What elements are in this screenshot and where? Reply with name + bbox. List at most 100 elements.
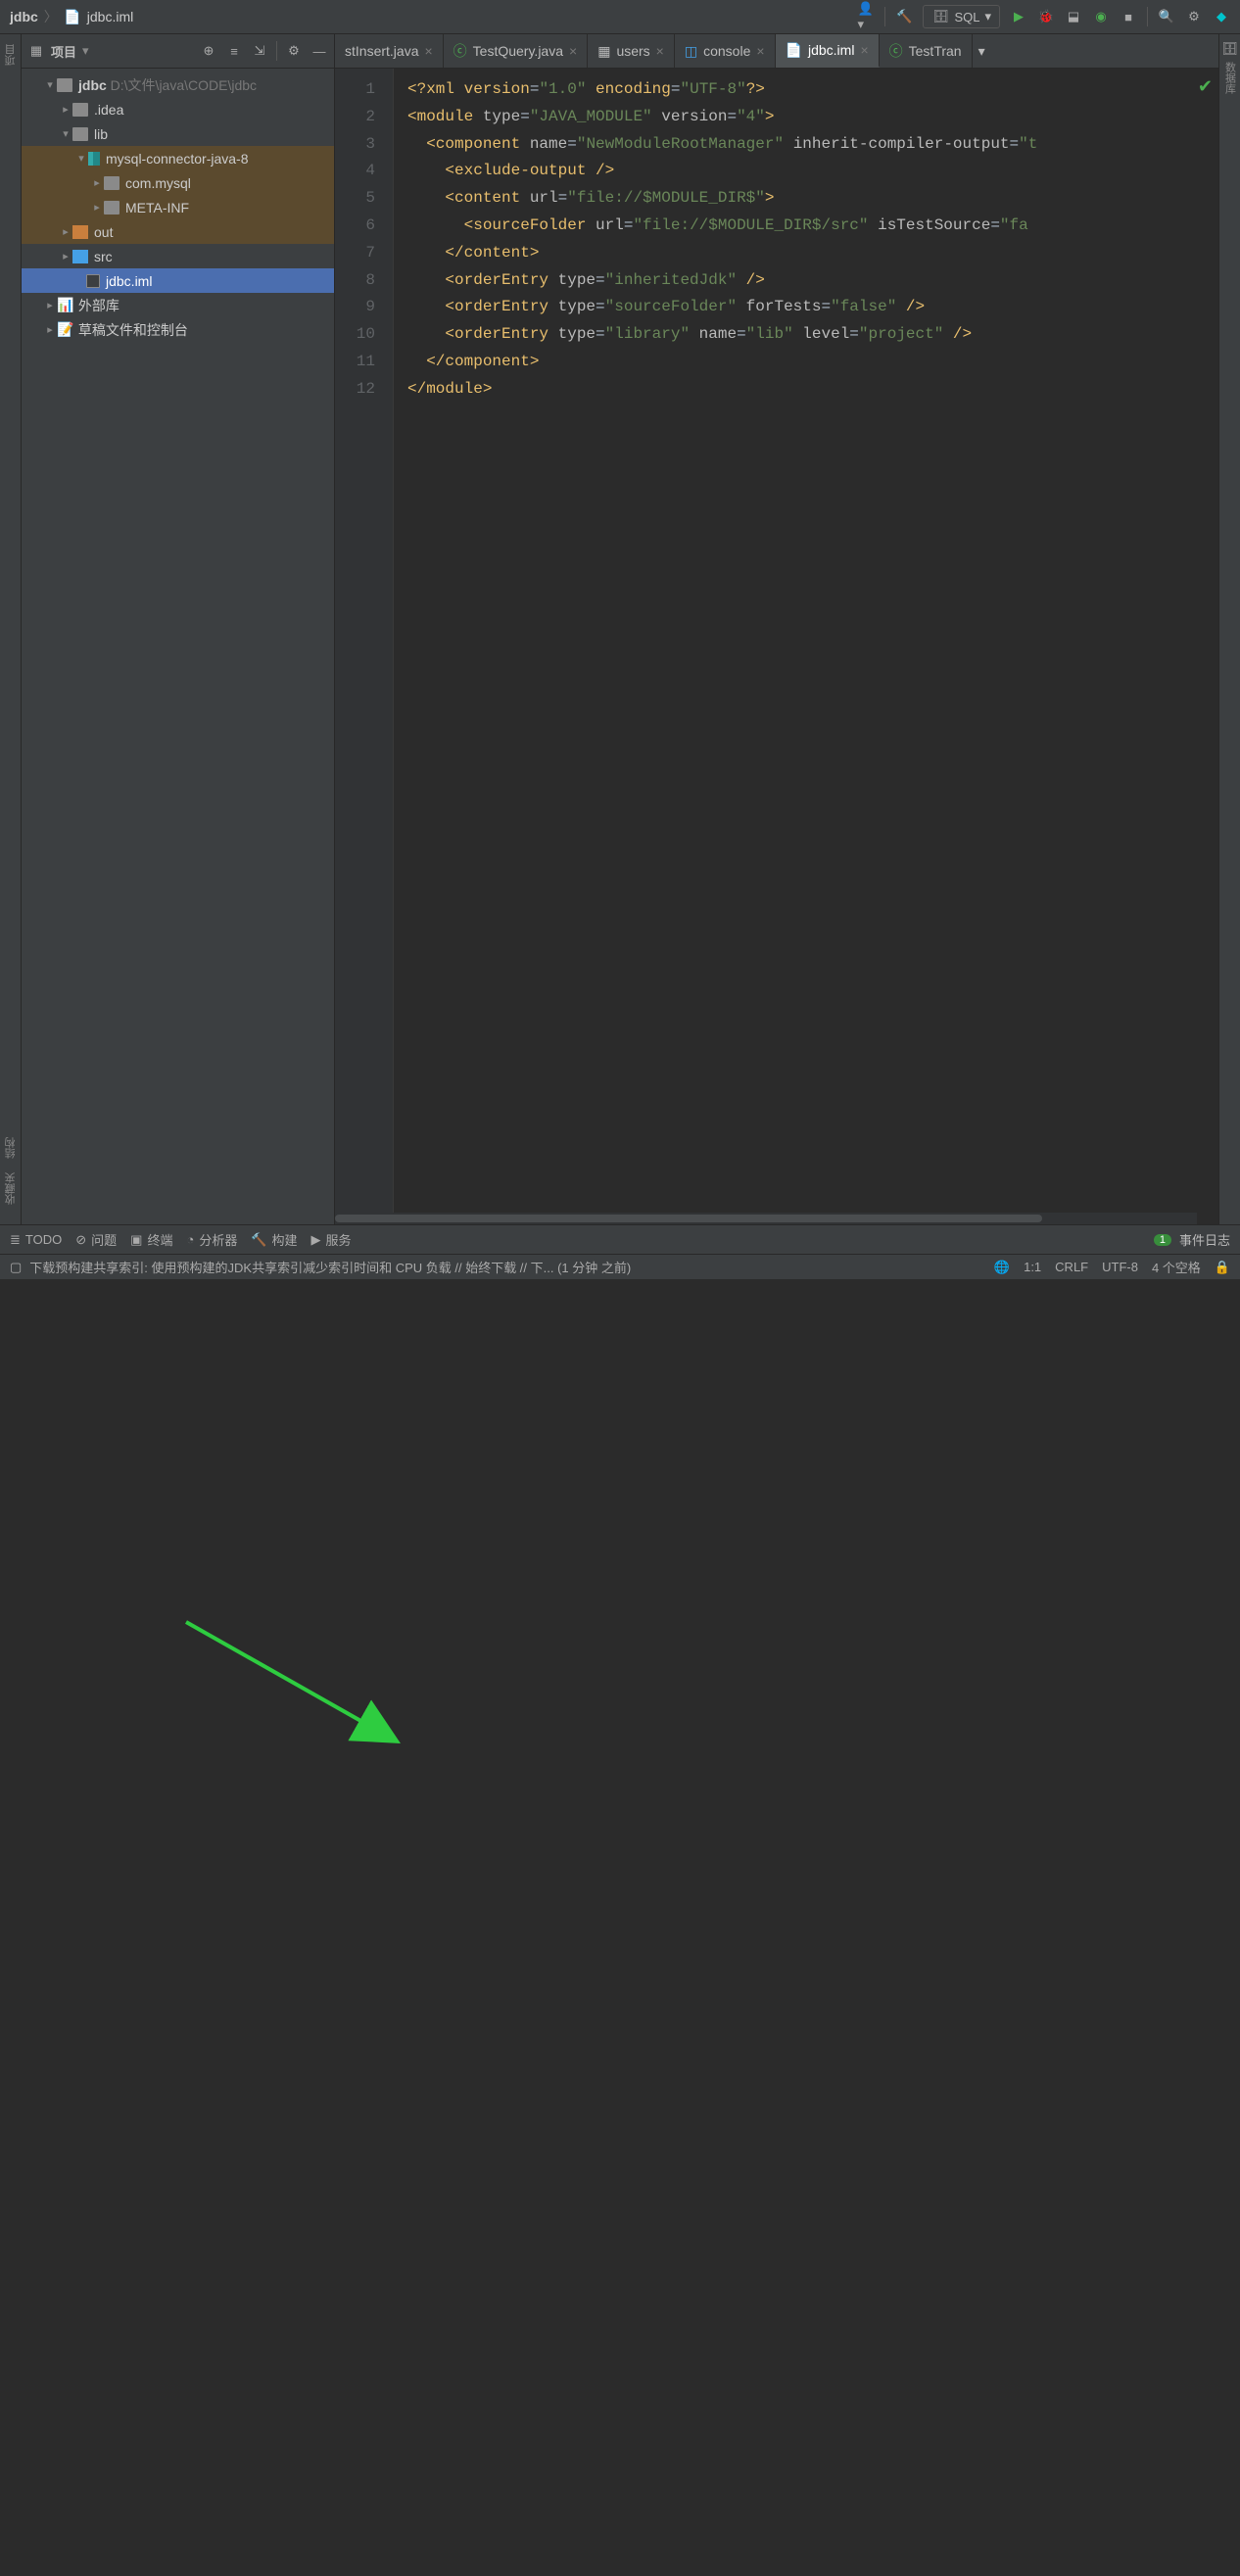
status-message[interactable]: 下载预构建共享索引: 使用预构建的JDK共享索引减少索引时间和 CPU 负载 /… bbox=[29, 1258, 631, 1276]
line-num: 4 bbox=[335, 158, 393, 185]
close-icon[interactable]: × bbox=[756, 43, 764, 59]
tree-label: mysql-connector-java-8 bbox=[106, 151, 249, 167]
breadcrumb-file[interactable]: jdbc.iml bbox=[87, 9, 133, 24]
toolbar-icons: 👤▾ 🔨 🗄 SQL ▾ ▶ 🐞 ⬓ ◉ ■ 🔍 ⚙ ◆ bbox=[857, 5, 1240, 28]
tab-label: console bbox=[703, 43, 750, 59]
tab-users[interactable]: ▦users× bbox=[588, 34, 675, 68]
horizontal-scrollbar[interactable] bbox=[335, 1213, 1197, 1224]
code-content[interactable]: <?xml version="1.0" encoding="UTF-8"?> <… bbox=[394, 69, 1218, 1224]
editor-tabs: stInsert.java× ⓒTestQuery.java× ▦users× … bbox=[335, 34, 1218, 69]
tree-idea[interactable]: ▸.idea bbox=[22, 97, 334, 121]
chevron-down-icon: ▾ bbox=[978, 43, 985, 60]
coverage-icon[interactable]: ⬓ bbox=[1065, 8, 1082, 25]
tab-jdbciml[interactable]: 📄jdbc.iml× bbox=[776, 34, 880, 68]
search-icon[interactable]: 🔍 bbox=[1158, 8, 1175, 25]
breadcrumb-root[interactable]: jdbc bbox=[10, 9, 38, 24]
tree-commysql[interactable]: ▸com.mysql bbox=[22, 170, 334, 195]
lock-icon[interactable]: 🔒 bbox=[1215, 1260, 1230, 1275]
status-crlf[interactable]: CRLF bbox=[1055, 1260, 1088, 1274]
tree-root[interactable]: ▾jdbc D:\文件\java\CODE\jdbc bbox=[22, 72, 334, 97]
tw-todo[interactable]: ≣TODO bbox=[10, 1232, 62, 1248]
tw-problems[interactable]: ⊘问题 bbox=[75, 1230, 117, 1249]
line-num: 2 bbox=[335, 104, 393, 131]
close-icon[interactable]: × bbox=[424, 43, 432, 59]
tw-eventlog[interactable]: 事件日志 bbox=[1179, 1230, 1230, 1249]
right-tab-database[interactable]: 数据库 bbox=[1220, 58, 1240, 98]
status-indent[interactable]: 4 个空格 bbox=[1152, 1258, 1201, 1276]
tab-testinsert[interactable]: stInsert.java × bbox=[335, 34, 444, 68]
project-icon: ▦ bbox=[27, 42, 45, 60]
tree-out[interactable]: ▸out bbox=[22, 219, 334, 244]
status-pos[interactable]: 1:1 bbox=[1024, 1260, 1041, 1274]
hammer-icon[interactable]: 🔨 bbox=[895, 8, 913, 25]
project-tree: ▾jdbc D:\文件\java\CODE\jdbc ▸.idea ▾lib ▾… bbox=[22, 69, 334, 1224]
close-icon[interactable]: × bbox=[860, 42, 868, 58]
tree-label: lib bbox=[94, 126, 108, 142]
scratch-icon: 📝 bbox=[57, 321, 74, 339]
sidebar-title[interactable]: 项目 bbox=[51, 42, 76, 61]
gutter: 1 2 3 4 5 6 7 8 9 10 11 12 bbox=[335, 69, 394, 1224]
user-icon[interactable]: 👤▾ bbox=[857, 8, 875, 25]
line-num: 12 bbox=[335, 376, 393, 404]
scrollbar-thumb[interactable] bbox=[335, 1215, 1042, 1222]
code-editor[interactable]: 1 2 3 4 5 6 7 8 9 10 11 12 <?xml version… bbox=[335, 69, 1218, 1224]
tree-label: jdbc.iml bbox=[106, 273, 152, 289]
db-icon: 🗄 bbox=[931, 8, 949, 25]
hide-icon[interactable]: — bbox=[310, 42, 328, 60]
tw-build[interactable]: 🔨构建 bbox=[251, 1230, 297, 1249]
globe-icon[interactable]: 🌐 bbox=[994, 1260, 1010, 1275]
run-config-selector[interactable]: 🗄 SQL ▾ bbox=[923, 5, 1000, 28]
tree-label: 草稿文件和控制台 bbox=[78, 320, 188, 340]
tree-connector[interactable]: ▾mysql-connector-java-8 bbox=[22, 146, 334, 170]
tool-windows-bar: ≣TODO ⊘问题 ▣终端 ◔分析器 🔨构建 ▶服务 1 事件日志 bbox=[0, 1224, 1240, 1254]
annotation-arrow bbox=[0, 1279, 1240, 2576]
tree-scratch[interactable]: ▸📝 草稿文件和控制台 bbox=[22, 317, 334, 342]
close-icon[interactable]: × bbox=[569, 43, 577, 59]
tree-root-path: D:\文件\java\CODE\jdbc bbox=[111, 75, 257, 95]
tree-metainf[interactable]: ▸META-INF bbox=[22, 195, 334, 219]
line-num: 8 bbox=[335, 267, 393, 295]
tab-label: stInsert.java bbox=[345, 43, 418, 59]
tab-label: TestQuery.java bbox=[473, 43, 563, 59]
profile-icon[interactable]: ◉ bbox=[1092, 8, 1110, 25]
stop-icon[interactable]: ■ bbox=[1120, 8, 1137, 25]
tab-overflow[interactable]: ▾ bbox=[973, 34, 991, 68]
top-toolbar: jdbc 〉 📄 jdbc.iml 👤▾ 🔨 🗄 SQL ▾ ▶ 🐞 ⬓ ◉ ■… bbox=[0, 0, 1240, 34]
tw-label: TODO bbox=[25, 1232, 62, 1247]
event-count-badge: 1 bbox=[1154, 1234, 1171, 1246]
status-enc[interactable]: UTF-8 bbox=[1102, 1260, 1138, 1274]
chevron-down-icon[interactable]: ▾ bbox=[82, 43, 89, 59]
tree-extlib[interactable]: ▸📊 外部库 bbox=[22, 293, 334, 317]
tab-testtran[interactable]: ⓒTestTran bbox=[880, 34, 973, 68]
flatten-icon[interactable]: ≡ bbox=[225, 42, 243, 60]
inspection-ok-icon[interactable]: ✔ bbox=[1198, 76, 1213, 97]
toolbox-icon[interactable]: ◆ bbox=[1213, 8, 1230, 25]
console-icon: ◫ bbox=[685, 43, 697, 60]
tab-console[interactable]: ◫ console × bbox=[675, 34, 776, 68]
target-icon[interactable]: ⊕ bbox=[200, 42, 217, 60]
breadcrumb: jdbc 〉 📄 jdbc.iml bbox=[0, 7, 133, 26]
left-tab-fav[interactable]: 收藏夹 bbox=[1, 1169, 21, 1209]
tree-iml[interactable]: jdbc.iml bbox=[22, 268, 334, 293]
status-icon[interactable]: ▢ bbox=[10, 1260, 22, 1275]
library-icon: 📊 bbox=[57, 297, 74, 314]
tw-services[interactable]: ▶服务 bbox=[311, 1230, 352, 1249]
tree-lib[interactable]: ▾lib bbox=[22, 121, 334, 146]
db-icon[interactable]: 🗄 bbox=[1221, 40, 1239, 58]
left-tab-project[interactable]: 项目 bbox=[1, 40, 21, 70]
close-icon[interactable]: × bbox=[656, 43, 664, 59]
tw-terminal[interactable]: ▣终端 bbox=[130, 1230, 172, 1249]
tree-label: 外部库 bbox=[78, 296, 119, 315]
collapse-icon[interactable]: ⇲ bbox=[251, 42, 268, 60]
tree-src[interactable]: ▸src bbox=[22, 244, 334, 268]
run-icon[interactable]: ▶ bbox=[1010, 8, 1027, 25]
left-rail: 项目 结构 收藏夹 bbox=[0, 34, 22, 1224]
tw-profiler[interactable]: ◔分析器 bbox=[186, 1230, 237, 1249]
gear-icon[interactable]: ⚙ bbox=[285, 42, 303, 60]
debug-icon[interactable]: 🐞 bbox=[1037, 8, 1055, 25]
left-tab-structure[interactable]: 结构 bbox=[1, 1133, 21, 1163]
tab-testquery[interactable]: ⓒTestQuery.java× bbox=[444, 34, 589, 68]
settings-icon[interactable]: ⚙ bbox=[1185, 8, 1203, 25]
tree-label: com.mysql bbox=[125, 175, 191, 191]
editor-area: stInsert.java× ⓒTestQuery.java× ▦users× … bbox=[335, 34, 1218, 1224]
